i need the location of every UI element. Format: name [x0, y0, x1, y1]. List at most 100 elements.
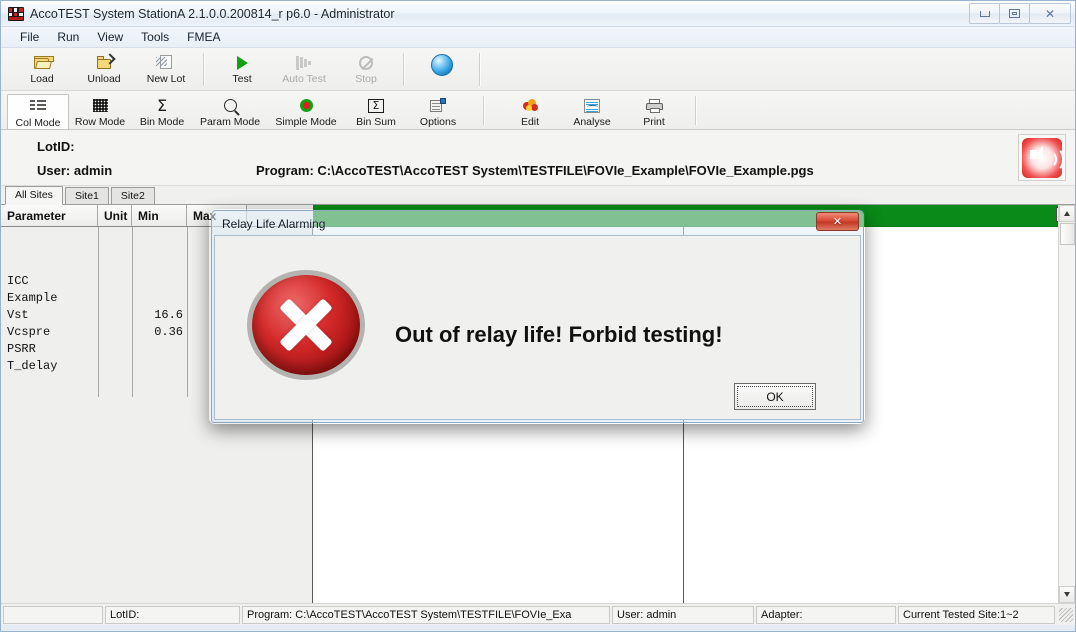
close-folder-icon: [96, 52, 116, 72]
info-panel: LotID: User: admin Program: C:\AccoTEST\…: [1, 130, 1075, 186]
close-button[interactable]: ✕: [1029, 3, 1071, 24]
scrollbar-thumb[interactable]: [1059, 223, 1075, 245]
menu-item-fmea[interactable]: FMEA: [178, 29, 229, 45]
toolbar-label-new-lot: New Lot: [146, 73, 186, 85]
dialog-ok-label: OK: [737, 386, 813, 407]
dialog-body: Out of relay life! Forbid testing! OK: [214, 235, 861, 420]
dialog-ok-button[interactable]: OK: [734, 383, 816, 410]
toolbar-label-param-mode: Param Mode: [199, 116, 261, 128]
toolbar-label-print: Print: [643, 116, 665, 128]
accotest-logo-icon: [8, 6, 24, 21]
tab-site2[interactable]: Site2: [110, 187, 155, 204]
analyse-icon: [584, 96, 600, 115]
relay-life-alarming-dialog: Relay Life Alarming ✕ Out of relay life!…: [211, 210, 864, 423]
window-title: AccoTEST System StationA 2.1.0.0.200814_…: [30, 6, 395, 21]
menu-bar: File Run View Tools FMEA: [1, 27, 1075, 48]
status-user: User: admin: [612, 605, 754, 624]
dialog-close-button[interactable]: ✕: [816, 212, 859, 231]
status-program: Program: C:\AccoTEST\AccoTEST System\TES…: [242, 605, 610, 624]
tab-all-sites[interactable]: All Sites: [5, 186, 63, 205]
menu-item-run[interactable]: Run: [48, 29, 88, 45]
blue-sphere-icon: [431, 53, 453, 77]
sound-toggle-button[interactable]: [1018, 134, 1066, 181]
column-mode-icon: [30, 97, 46, 116]
toolbar-button-print[interactable]: Print: [623, 94, 685, 128]
application-window: AccoTEST System StationA 2.1.0.0.200814_…: [0, 0, 1076, 632]
options-icon: [430, 96, 446, 115]
menu-item-file[interactable]: File: [11, 29, 48, 45]
secondary-toolbar: Col Mode Row Mode Σ Bin Mode Param Mode …: [1, 91, 1075, 130]
dialog-title-bar: Relay Life Alarming ✕: [214, 212, 861, 235]
scroll-down-button[interactable]: [1059, 586, 1075, 603]
toolbar-button-edit[interactable]: Edit: [499, 94, 561, 128]
close-icon: ✕: [832, 215, 843, 228]
toolbar-label-bin-mode: Bin Mode: [139, 116, 185, 128]
toolbar-button-load[interactable]: Load: [11, 51, 73, 85]
status-lotid: LotID:: [105, 605, 240, 624]
tab-site1[interactable]: Site1: [64, 187, 109, 204]
scroll-up-arrow-icon: [1064, 211, 1070, 216]
primary-toolbar: Load Unload New Lot Test Auto Test Stop: [1, 48, 1075, 91]
toolbar-button-bin-mode[interactable]: Σ Bin Mode: [131, 94, 193, 128]
menu-item-view[interactable]: View: [88, 29, 132, 45]
toolbar-button-simple-mode[interactable]: Simple Mode: [267, 94, 345, 128]
minimize-button[interactable]: [969, 3, 1000, 24]
toolbar-button-param-mode[interactable]: Param Mode: [193, 94, 267, 128]
toolbar-button-new-lot[interactable]: New Lot: [135, 51, 197, 85]
speaker-icon: [1022, 137, 1064, 178]
scroll-up-button[interactable]: [1059, 205, 1075, 222]
column-header-min[interactable]: Min: [132, 205, 187, 226]
toolbar-label-load: Load: [30, 73, 54, 85]
cell-unit: [98, 324, 132, 341]
toolbar-label-test: Test: [232, 73, 252, 85]
fast-forward-icon: [296, 53, 312, 72]
column-header-unit[interactable]: Unit: [98, 205, 132, 226]
cell-parameter: T_delay: [7, 359, 58, 373]
cell-min: [132, 358, 187, 375]
toolbar-button-unload[interactable]: Unload: [73, 51, 135, 85]
toolbar-label-unload: Unload: [87, 73, 121, 85]
minimize-icon: [979, 10, 990, 17]
cell-unit: [98, 273, 132, 290]
printer-icon: [645, 96, 663, 115]
restore-button[interactable]: [999, 3, 1030, 24]
toolbar-separator: [203, 53, 205, 86]
window-resize-grip-icon[interactable]: [1059, 607, 1073, 622]
column-header-parameter[interactable]: Parameter: [1, 205, 98, 226]
status-bar: LotID: Program: C:\AccoTEST\AccoTEST Sys…: [1, 603, 1075, 625]
open-folder-icon: [33, 53, 54, 72]
cell-unit: [98, 341, 132, 358]
scroll-down-arrow-icon: [1064, 592, 1070, 597]
user-label: User: admin: [37, 163, 113, 178]
status-sphere-button[interactable]: [411, 51, 473, 77]
cell-min: [132, 341, 187, 358]
dialog-message: Out of relay life! Forbid testing!: [395, 322, 723, 347]
cell-min: [132, 290, 187, 307]
toolbar-button-test[interactable]: Test: [211, 51, 273, 85]
vertical-scrollbar[interactable]: [1058, 205, 1075, 603]
toolbar-button-stop: Stop: [335, 51, 397, 85]
status-adapter: Adapter:: [756, 605, 896, 624]
cell-parameter: PSRR: [7, 342, 36, 356]
cell-unit: [98, 307, 132, 324]
ring-icon: [299, 96, 313, 115]
cell-unit: [98, 290, 132, 307]
site-tab-strip: All Sites Site1 Site2: [1, 186, 1075, 205]
scrollbar-track[interactable]: [1059, 245, 1075, 586]
row-mode-icon: [92, 96, 108, 115]
toolbar-separator: [403, 53, 405, 86]
toolbar-button-col-mode[interactable]: Col Mode: [7, 94, 69, 130]
toolbar-separator: [695, 96, 697, 125]
toolbar-button-auto-test: Auto Test: [273, 51, 335, 85]
menu-item-tools[interactable]: Tools: [132, 29, 178, 45]
toolbar-button-row-mode[interactable]: Row Mode: [69, 94, 131, 128]
toolbar-button-options[interactable]: Options: [407, 94, 469, 128]
toolbar-button-analyse[interactable]: Analyse: [561, 94, 623, 128]
toolbar-label-options: Options: [419, 116, 457, 128]
toolbar-button-bin-sum[interactable]: Σ Bin Sum: [345, 94, 407, 128]
cell-parameter: ICC: [7, 274, 29, 288]
cell-parameter: Example: [7, 291, 58, 305]
toolbar-label-edit: Edit: [520, 116, 540, 128]
cell-min: 0.36: [154, 325, 183, 339]
toolbar-label-bin-sum: Bin Sum: [356, 116, 396, 128]
